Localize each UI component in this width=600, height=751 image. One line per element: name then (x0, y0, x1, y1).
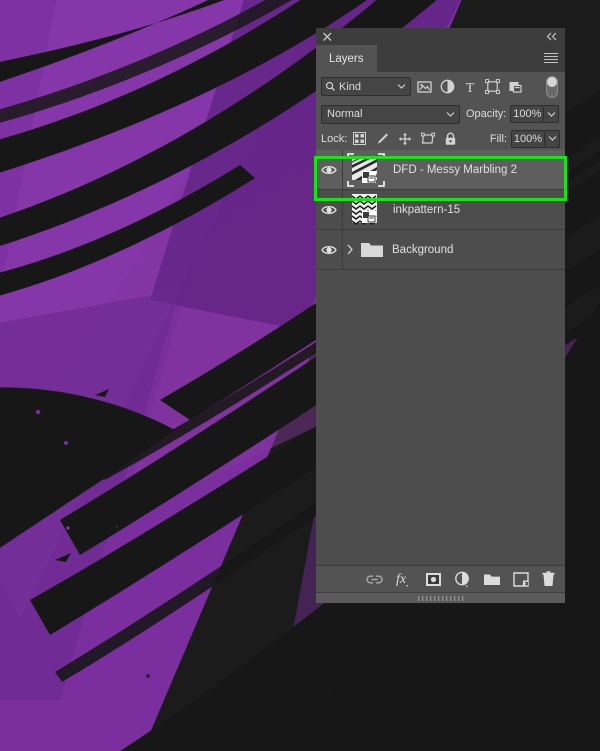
collapse-panel-icon[interactable] (545, 30, 559, 43)
chevron-right-glyph (347, 244, 353, 255)
blend-mode-value: Normal (327, 108, 363, 120)
delete-layer-button[interactable] (541, 571, 556, 587)
panel-topbar (316, 28, 565, 45)
layer-name-label: DFD - Messy Marbling 2 (393, 163, 517, 176)
layer-filter-row: Kind T (316, 72, 565, 101)
layer-name-label: inkpattern-15 (393, 203, 461, 216)
double-chevron-left-glyph (546, 32, 557, 41)
diagonal-marbling-thumbnail (347, 152, 385, 187)
lock-options-row: Lock: Fill: 100% (316, 127, 565, 150)
fill-stepper[interactable] (545, 129, 560, 148)
lock-all-icon[interactable] (444, 132, 457, 146)
filter-type-buttons: T (417, 79, 523, 94)
layer-thumbnail[interactable] (343, 193, 389, 227)
lock-transparent-pixels-icon[interactable] (353, 132, 367, 145)
group-folder-icon (356, 240, 388, 259)
blend-mode-select[interactable]: Normal (321, 104, 460, 124)
layer-name-label: Background (392, 243, 454, 256)
link-layers-button[interactable] (366, 573, 383, 586)
svg-text:fx: fx (396, 572, 407, 587)
close-icon[interactable] (321, 30, 334, 43)
filter-adjustment-layers-icon[interactable] (440, 79, 455, 94)
search-icon (326, 82, 335, 91)
layer-visibility-toggle[interactable] (316, 190, 343, 229)
add-layer-mask-button[interactable] (425, 572, 442, 587)
fill-input[interactable]: 100% (511, 129, 545, 148)
lock-artboard-nesting-icon[interactable] (421, 132, 436, 146)
filter-smart-object-layers-icon[interactable] (508, 79, 523, 94)
folder-glyph (361, 243, 383, 257)
opacity-input[interactable]: 100% (510, 105, 545, 123)
opacity-label: Opacity: (466, 108, 507, 120)
eye-icon (321, 165, 337, 174)
panel-tab-row: Layers (316, 45, 565, 72)
tab-layers-label: Layers (329, 52, 364, 65)
chevron-down-icon (547, 111, 556, 117)
filter-kind-label: Kind (339, 80, 362, 93)
layer-row-background[interactable]: Background (316, 230, 565, 270)
svg-text:T: T (466, 81, 475, 94)
layer-style-fx-button[interactable]: fx (395, 571, 413, 588)
layer-row-dfd-messy-marbling-2[interactable]: DFD - Messy Marbling 2 (316, 150, 565, 190)
filter-kind-select[interactable]: Kind (321, 77, 411, 96)
layer-visibility-toggle[interactable] (316, 150, 343, 189)
layers-panel-footer: fx (316, 565, 565, 592)
filter-shape-layers-icon[interactable] (485, 79, 500, 94)
filter-type-layers-icon[interactable]: T (463, 80, 477, 94)
layer-visibility-toggle[interactable] (316, 230, 343, 269)
filter-enable-toggle[interactable] (546, 75, 558, 98)
zigzag-ink-pattern-thumbnail (351, 193, 377, 225)
layers-list: DFD - Messy Marbling 2 inkpattern-15 Bac… (316, 150, 565, 565)
layer-thumbnail[interactable] (343, 152, 389, 187)
grip-dots-icon (417, 595, 463, 601)
lock-position-icon[interactable] (398, 132, 412, 146)
lock-image-pixels-icon[interactable] (375, 132, 389, 146)
filter-pixel-layers-icon[interactable] (417, 80, 432, 94)
new-adjustment-layer-button[interactable] (454, 571, 471, 588)
close-x-glyph (323, 32, 332, 41)
lock-icon-group (353, 132, 457, 146)
tab-layers[interactable]: Layers (316, 45, 377, 72)
chevron-down-icon (548, 136, 556, 141)
panel-resize-grip[interactable] (316, 592, 565, 603)
chevron-down-icon (397, 84, 406, 89)
lock-label: Lock: (321, 132, 348, 145)
opacity-stepper[interactable] (544, 105, 560, 123)
blend-mode-row: Normal Opacity: 100% (316, 101, 565, 127)
layers-panel: Layers Kind T Normal Opacity: 100% Lock:… (316, 28, 565, 603)
chevron-down-icon (446, 111, 455, 117)
fill-label: Fill: (489, 132, 507, 145)
eye-icon (321, 205, 337, 214)
group-expand-chevron-right-icon[interactable] (343, 244, 356, 255)
layer-row-inkpattern-15[interactable]: inkpattern-15 (316, 190, 565, 230)
new-layer-button[interactable] (513, 571, 529, 587)
hamburger-menu-icon[interactable] (544, 53, 558, 64)
new-group-button[interactable] (483, 572, 501, 587)
eye-icon (321, 245, 337, 254)
